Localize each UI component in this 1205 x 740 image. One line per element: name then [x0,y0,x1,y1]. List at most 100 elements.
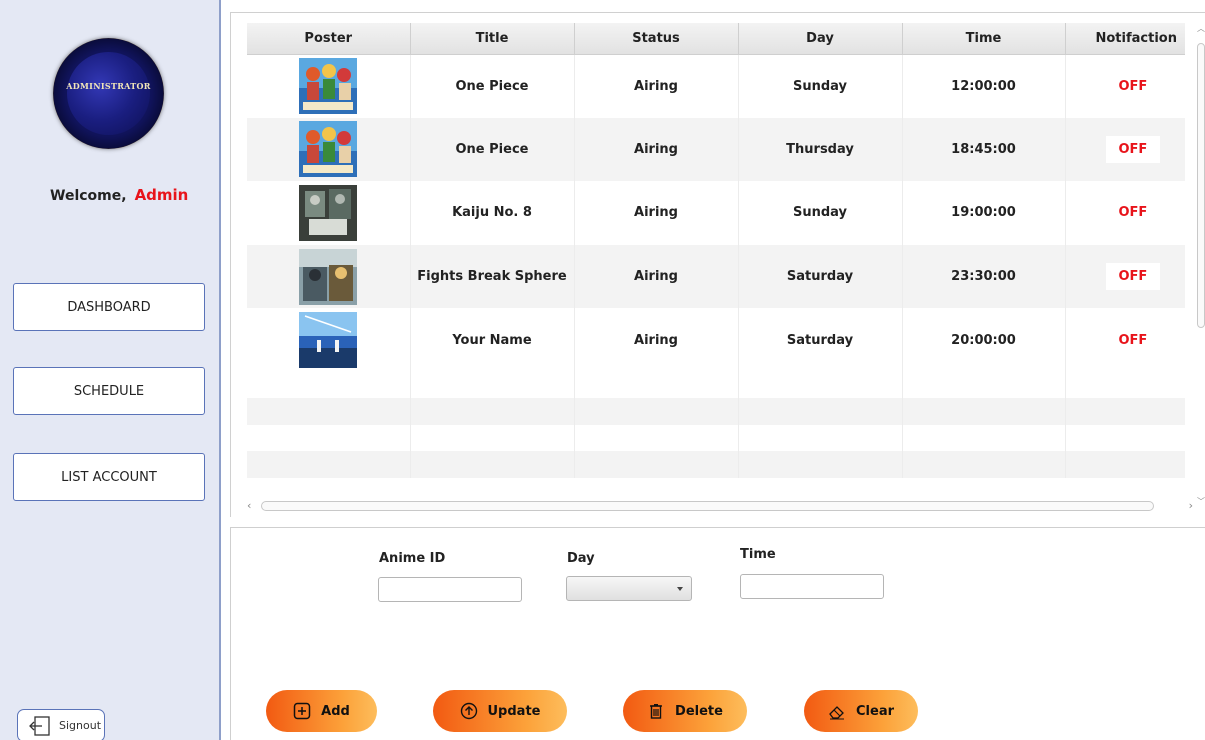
poster-cell [247,54,411,118]
status-cell: Airing [574,117,739,182]
chevron-down-icon [677,587,683,591]
schedule-table-viewport[interactable]: Poster Title Status Day Time Notifaction [247,23,1185,507]
delete-button-label: Delete [675,703,723,719]
signout-button[interactable]: Signout [17,709,105,740]
update-button[interactable]: Update [433,690,567,732]
scroll-down-icon[interactable]: ﹀ [1197,496,1205,507]
scroll-left-icon[interactable]: ‹ [247,499,251,512]
notification-toggle[interactable]: OFF [1105,135,1161,163]
table-row[interactable]: One Piece Airing Thursday 18:45:00 OFF [247,117,1185,182]
notification-toggle[interactable]: OFF [1105,72,1161,100]
status-cell: Airing [574,54,739,118]
day-cell: Sunday [738,181,903,245]
table-row[interactable]: Kaiju No. 8 Airing Sunday 19:00:00 OFF [247,181,1185,245]
table-header-row: Poster Title Status Day Time Notifaction [247,23,1185,55]
poster-cell [247,308,411,372]
plus-square-icon [293,702,311,720]
poster-cell [247,181,411,245]
empty-table-row [247,398,1185,425]
empty-table-row [247,371,1185,399]
notification-toggle[interactable]: OFF [1105,326,1161,354]
dashboard-button[interactable]: DASHBOARD [13,283,205,331]
delete-button[interactable]: Delete [623,690,747,732]
time-cell: 20:00:00 [902,308,1066,372]
column-header-day[interactable]: Day [738,23,903,55]
column-header-title[interactable]: Title [410,23,575,55]
day-cell: Thursday [738,117,903,182]
anime-id-label: Anime ID [379,551,446,566]
notification-cell: OFF [1065,244,1185,309]
status-cell: Airing [574,244,739,309]
signout-label: Signout [59,719,102,732]
app-window: ADMINISTRATOR Welcome, Admin DASHBOARD SC… [0,0,1205,740]
your-name-poster [299,312,358,369]
day-select[interactable] [566,576,692,601]
title-cell: Kaiju No. 8 [410,181,575,245]
notification-toggle[interactable]: OFF [1105,199,1161,227]
welcome-text: Welcome, Admin [50,186,188,204]
column-header-poster[interactable]: Poster [247,23,411,55]
table-horizontal-scrollbar[interactable]: ‹ › [247,499,1193,513]
schedule-form-panel: Anime ID Day Time Add Update Delete Clea… [230,527,1205,740]
schedule-table-panel: Poster Title Status Day Time Notifaction [230,12,1205,517]
anime-id-input[interactable] [378,577,522,602]
welcome-label: Welcome, [50,188,127,204]
trash-icon [650,704,663,719]
time-cell: 23:30:00 [902,244,1066,309]
list-account-button[interactable]: LIST ACCOUNT [13,453,205,501]
title-cell: One Piece [410,54,575,118]
one-piece-poster [299,58,358,115]
scroll-up-icon[interactable]: ︿ [1197,23,1205,34]
schedule-button[interactable]: SCHEDULE [13,367,205,415]
table-vertical-scrollbar[interactable]: ︿ ﹀ [1196,23,1205,507]
table-row[interactable]: One Piece Airing Sunday 12:00:00 OFF [247,54,1185,118]
eraser-icon [829,706,844,720]
poster-cell [247,244,411,309]
horizontal-scroll-thumb[interactable] [261,501,1154,511]
table-row[interactable]: Your Name Airing Saturday 20:00:00 OFF [247,308,1185,372]
time-cell: 18:45:00 [902,117,1066,182]
status-cell: Airing [574,181,739,245]
clear-button-label: Clear [856,703,894,719]
poster-cell [247,117,411,182]
one-piece-poster [299,121,358,178]
signout-icon [29,715,50,736]
notification-cell: OFF [1065,117,1185,182]
kaiju-no-8-poster [299,184,358,241]
title-cell: One Piece [410,117,575,182]
avatar-label: ADMINISTRATOR [66,81,151,91]
table-row[interactable]: Fights Break Sphere Airing Saturday 23:3… [247,244,1185,309]
user-name: Admin [134,186,189,204]
day-cell: Saturday [738,244,903,309]
notification-cell: OFF [1065,308,1185,372]
notification-cell: OFF [1065,181,1185,245]
clear-button[interactable]: Clear [804,690,918,732]
day-cell: Saturday [738,308,903,372]
add-button-label: Add [321,703,350,719]
time-label: Time [740,547,776,562]
empty-table-row [247,451,1185,478]
empty-table-row [247,424,1185,452]
vertical-scroll-thumb[interactable] [1197,43,1205,328]
avatar-inner [67,52,150,135]
time-cell: 12:00:00 [902,54,1066,118]
time-input[interactable] [740,574,884,599]
status-cell: Airing [574,308,739,372]
scroll-right-icon[interactable]: › [1189,499,1193,512]
avatar: ADMINISTRATOR [53,38,164,149]
column-header-status[interactable]: Status [574,23,739,55]
update-button-label: Update [487,703,541,719]
fights-break-sphere-poster [299,248,358,305]
title-cell: Fights Break Sphere [410,244,575,309]
add-button[interactable]: Add [266,690,377,732]
schedule-table: Poster Title Status Day Time Notifaction [247,23,1185,478]
column-header-notification[interactable]: Notifaction [1065,23,1185,55]
arrow-up-circle-icon [460,702,477,720]
sidebar: ADMINISTRATOR Welcome, Admin DASHBOARD SC… [0,0,221,740]
day-cell: Sunday [738,54,903,118]
time-cell: 19:00:00 [902,181,1066,245]
title-cell: Your Name [410,308,575,372]
notification-toggle[interactable]: OFF [1105,263,1161,291]
column-header-time[interactable]: Time [902,23,1066,55]
day-label: Day [567,551,595,566]
